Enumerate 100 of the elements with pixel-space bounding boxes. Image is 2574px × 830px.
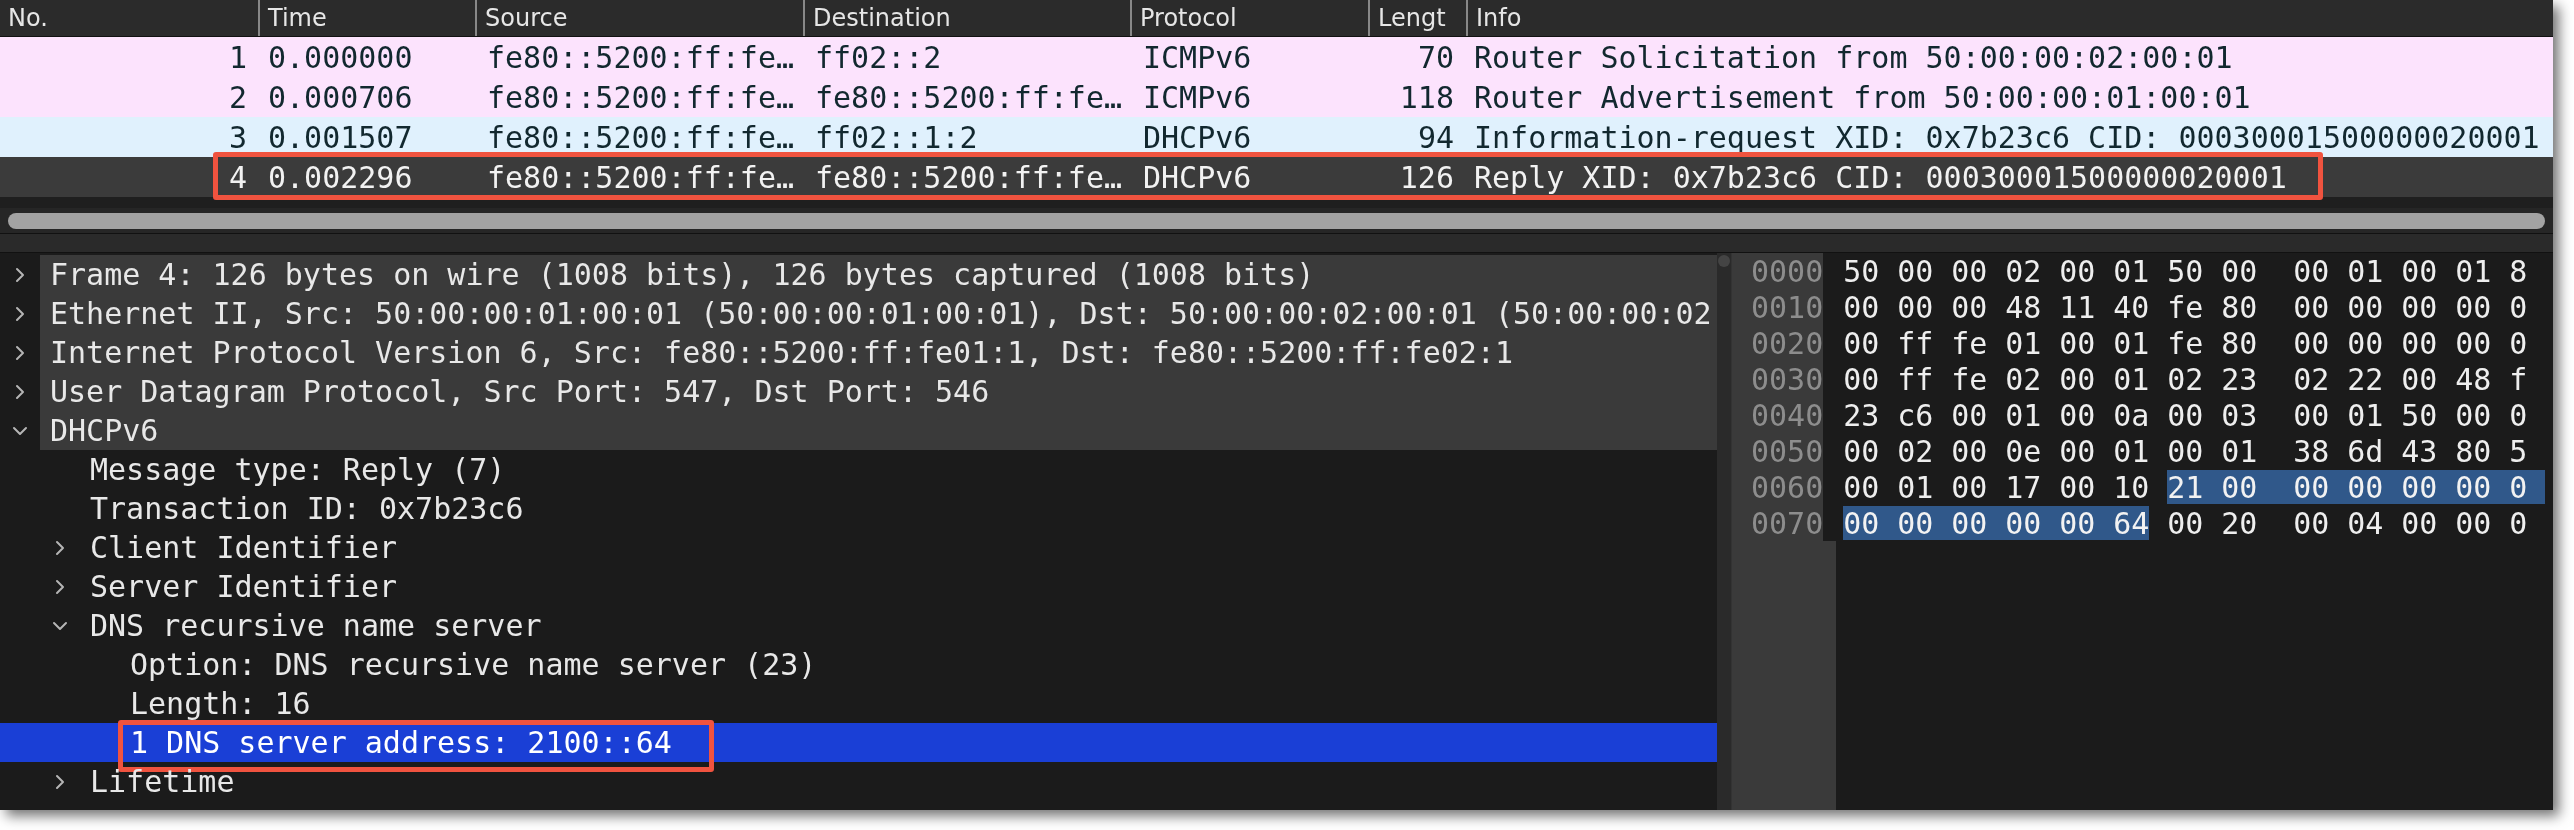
hex-byte[interactable]: 00	[1951, 290, 1988, 324]
hex-byte[interactable]: 00	[2401, 290, 2438, 324]
hex-byte[interactable]: fe	[2167, 290, 2204, 324]
hex-byte[interactable]: 21	[2167, 470, 2222, 504]
hex-byte[interactable]: 01	[2113, 434, 2150, 468]
column-header[interactable]: Source	[477, 0, 568, 36]
hex-byte[interactable]: 00	[2059, 326, 2096, 360]
hex-byte[interactable]: 01	[2455, 254, 2492, 288]
hex-byte[interactable]: 00	[2167, 506, 2204, 540]
hex-byte[interactable]: 00	[1843, 326, 1880, 360]
hex-byte[interactable]: 80	[2221, 326, 2258, 360]
hex-byte[interactable]: 00	[2455, 326, 2492, 360]
tree-row[interactable]: Message type: Reply (7)	[0, 450, 1717, 489]
horizontal-scrollbar[interactable]	[8, 212, 2545, 229]
hex-byte[interactable]: 22	[2347, 362, 2384, 396]
hex-byte[interactable]: 0	[2509, 398, 2546, 432]
hex-byte[interactable]: 01	[1897, 470, 1934, 504]
hex-byte[interactable]: c6	[1897, 398, 1934, 432]
hex-byte[interactable]: 00	[1897, 290, 1934, 324]
hex-byte[interactable]: 02	[2293, 362, 2330, 396]
hex-byte[interactable]: 38	[2293, 434, 2330, 468]
hex-byte[interactable]: 00	[2005, 506, 2060, 540]
hex-byte[interactable]: 0	[2509, 290, 2546, 324]
hex-byte[interactable]: 0a	[2113, 398, 2150, 432]
hex-byte[interactable]: fe	[1951, 362, 1988, 396]
tree-row[interactable]: Client Identifier	[0, 528, 1717, 567]
column-header[interactable]: Protocol	[1132, 0, 1237, 36]
hex-byte[interactable]: 02	[2005, 254, 2042, 288]
hex-byte[interactable]: 80	[2221, 290, 2258, 324]
hex-byte[interactable]: 00	[2293, 398, 2330, 432]
hex-byte[interactable]: 00	[1843, 362, 1880, 396]
packet-row[interactable]: 2 0.000706 fe80::5200:ff:fe… fe80::5200:ff:fe… ICMPv6 118 Router Advertisement from 50:00:00:01:00:01	[0, 77, 2553, 117]
hex-byte[interactable]: 64	[2113, 506, 2150, 540]
hex-byte[interactable]: 02	[2005, 362, 2042, 396]
splitter-handle[interactable]	[1718, 255, 1730, 267]
hex-byte[interactable]: 6d	[2347, 434, 2384, 468]
hex-byte[interactable]: 00	[2401, 254, 2438, 288]
hex-byte[interactable]: 8	[2509, 254, 2546, 288]
tree-row[interactable]: DNS recursive name server	[0, 606, 1717, 645]
hex-byte[interactable]: 00	[2059, 506, 2114, 540]
hex-byte[interactable]: 10	[2113, 470, 2150, 504]
hex-byte[interactable]: 04	[2347, 506, 2384, 540]
hex-byte[interactable]: 00	[2455, 506, 2492, 540]
hex-byte[interactable]: 00	[2293, 470, 2348, 504]
hex-byte[interactable]: 00	[2293, 326, 2330, 360]
hex-byte[interactable]: 00	[1843, 290, 1880, 324]
hex-byte[interactable]: 00	[2455, 290, 2492, 324]
hex-byte[interactable]: 23	[2221, 362, 2258, 396]
hex-byte[interactable]: 00	[2059, 362, 2096, 396]
hex-byte[interactable]: 00	[2293, 254, 2330, 288]
tree-row[interactable]: Option: DNS recursive name server (23)	[0, 645, 1717, 684]
hex-byte[interactable]: 20	[2221, 506, 2258, 540]
tree-row[interactable]: Server Identifier	[0, 567, 1717, 606]
hex-byte[interactable]: 00	[2293, 290, 2330, 324]
hex-byte[interactable]: 48	[2005, 290, 2042, 324]
hex-byte[interactable]: ff	[1897, 326, 1934, 360]
hex-byte[interactable]: 00	[2401, 362, 2438, 396]
column-header[interactable]: Time	[260, 0, 327, 36]
hex-byte[interactable]: 00	[2293, 506, 2330, 540]
hex-byte[interactable]: 00	[2347, 470, 2402, 504]
hex-byte[interactable]: ff	[1897, 362, 1934, 396]
hex-byte[interactable]: 01	[2347, 398, 2384, 432]
tree-row[interactable]: Lifetime	[0, 762, 1717, 801]
hex-byte[interactable]: 23	[1843, 398, 1880, 432]
hex-byte[interactable]: 01	[2005, 398, 2042, 432]
hex-byte[interactable]: 00	[1951, 506, 2006, 540]
hex-byte[interactable]: 0	[2509, 326, 2546, 360]
column-header[interactable]: Info	[1468, 0, 1522, 36]
hex-byte[interactable]: fe	[2167, 326, 2204, 360]
hex-byte[interactable]: 00	[2059, 254, 2096, 288]
hex-byte[interactable]: 5	[2509, 434, 2546, 468]
hex-byte[interactable]: 0	[2509, 470, 2546, 504]
tree-row[interactable]: Length: 16	[0, 684, 1717, 723]
hex-byte[interactable]: 00	[1951, 254, 1988, 288]
packet-row[interactable]: 3 0.001507 fe80::5200:ff:fe… ff02::1:2 DHCPv6 94 Information-request XID: 0x7b23c6 CID: 00030001500000020001	[0, 117, 2553, 157]
hex-byte[interactable]: 02	[2167, 362, 2204, 396]
hex-byte[interactable]: 40	[2113, 290, 2150, 324]
hex-byte[interactable]: 00	[1843, 470, 1880, 504]
hex-byte[interactable]: 00	[2167, 434, 2204, 468]
hex-byte[interactable]: 00	[1843, 434, 1880, 468]
hex-byte[interactable]: fe	[1951, 326, 1988, 360]
hex-byte[interactable]: 00	[2347, 326, 2384, 360]
hex-byte[interactable]: 00	[1897, 254, 1934, 288]
hex-byte[interactable]: 01	[2221, 434, 2258, 468]
hex-byte[interactable]: 0	[2509, 506, 2546, 540]
hex-byte[interactable]: 50	[2167, 254, 2204, 288]
column-header[interactable]: Destination	[805, 0, 951, 36]
hex-byte[interactable]: 00	[1951, 434, 1988, 468]
hex-byte[interactable]: 00	[2347, 290, 2384, 324]
hex-byte[interactable]: 50	[1843, 254, 1880, 288]
hex-byte[interactable]: 00	[1951, 470, 1988, 504]
hex-byte[interactable]: 00	[2401, 470, 2456, 504]
hex-byte[interactable]: 00	[2167, 398, 2204, 432]
column-header[interactable]: Lengt	[1370, 0, 1446, 36]
hex-byte[interactable]: 01	[2005, 326, 2042, 360]
hex-byte[interactable]: 02	[1897, 434, 1934, 468]
hex-byte[interactable]: 00	[2059, 434, 2096, 468]
packet-row[interactable]: 1 0.000000 fe80::5200:ff:fe… ff02::2 ICMPv6 70 Router Solicitation from 50:00:00:02:00:01	[0, 37, 2553, 77]
hex-byte[interactable]: 00	[1843, 506, 1898, 540]
hex-byte[interactable]: 00	[2059, 398, 2096, 432]
